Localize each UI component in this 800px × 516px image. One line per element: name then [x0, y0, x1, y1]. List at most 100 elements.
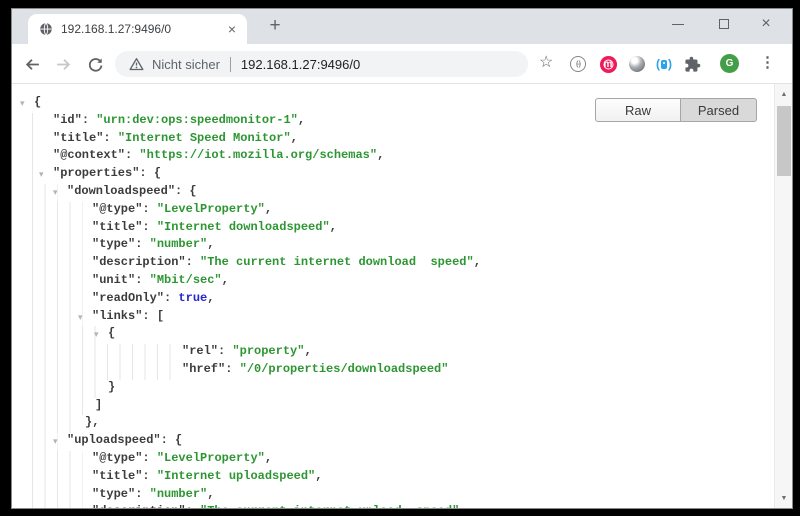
json-punctuation: ]	[95, 398, 102, 412]
raw-button[interactable]: Raw	[595, 98, 681, 122]
bookmark-star-icon[interactable]: ☆	[539, 53, 553, 73]
reload-button[interactable]	[85, 54, 105, 74]
scrollbar-down-button[interactable]: ▼	[775, 490, 792, 506]
json-punctuation: :	[142, 220, 156, 234]
json-key: "href"	[182, 362, 225, 376]
window-maximize-button[interactable]	[712, 9, 736, 39]
json-punctuation: ,	[315, 469, 322, 483]
json-line: ▾"links": [	[12, 309, 774, 327]
window-close-button[interactable]: ×	[754, 9, 778, 39]
tab-strip: 192.168.1.27:9496/0 × + ×	[12, 9, 792, 44]
security-status-label[interactable]: Nicht sicher	[152, 57, 220, 72]
json-punctuation: :	[142, 451, 156, 465]
json-punctuation: :	[135, 487, 149, 501]
extension-sphere-button[interactable]	[628, 55, 646, 73]
json-line: ▾"properties": {	[12, 166, 774, 184]
json-line: "@context": "https://iot.mozilla.org/sch…	[12, 148, 774, 166]
tab-title: 192.168.1.27:9496/0	[61, 22, 225, 36]
extension-pink-m-button[interactable]: m	[599, 55, 617, 73]
json-key: "properties"	[53, 166, 139, 180]
json-viewer-lines: ▾{"id": "urn:dev:ops:speedmonitor-1","ti…	[12, 95, 774, 508]
collapse-triangle-icon[interactable]: ▾	[20, 96, 25, 114]
json-punctuation: :	[103, 131, 117, 145]
json-line: ▾{	[12, 326, 774, 344]
active-tab[interactable]: 192.168.1.27:9496/0 ×	[28, 14, 247, 44]
json-punctuation: :	[142, 469, 156, 483]
json-punctuation: :	[186, 255, 200, 269]
json-punctuation: ,	[330, 220, 337, 234]
json-punctuation: ,	[298, 113, 305, 127]
json-key: "title"	[53, 131, 103, 145]
reload-icon	[87, 56, 104, 73]
json-punctuation: :	[125, 148, 139, 162]
json-punctuation: :	[218, 344, 232, 358]
json-key: "title"	[92, 220, 142, 234]
extension-pink-m-icon: m	[600, 56, 617, 73]
scrollbar-track[interactable]: ▲ ▼	[774, 84, 792, 508]
json-punctuation: : {	[175, 184, 197, 198]
json-string-value: "/0/properties/downloadspeed"	[240, 362, 449, 376]
json-punctuation: },	[85, 415, 99, 429]
scrollbar-thumb[interactable]	[777, 106, 791, 176]
json-key: "title"	[92, 469, 142, 483]
profile-avatar[interactable]: G	[720, 54, 739, 73]
json-line: "@type": "LevelProperty",	[12, 451, 774, 469]
omnibox-divider	[230, 57, 231, 72]
extension-blue-button[interactable]: ()	[655, 55, 673, 73]
json-string-value: "number"	[150, 237, 208, 251]
json-string-value: "The current internet upload speed"	[200, 504, 459, 508]
json-key: "unit"	[92, 273, 135, 287]
extensions-menu-button[interactable]	[683, 55, 701, 73]
json-punctuation: ,	[474, 255, 481, 269]
collapse-triangle-icon[interactable]: ▾	[39, 167, 44, 185]
json-string-value: "https://iot.mozilla.org/schemas"	[139, 148, 377, 162]
site-favicon-globe-icon	[39, 22, 53, 36]
minimize-icon	[672, 24, 684, 25]
address-bar[interactable]: Nicht sicher 192.168.1.27:9496/0	[115, 51, 528, 77]
collapse-triangle-icon[interactable]: ▾	[53, 434, 58, 452]
json-key: "description"	[92, 255, 186, 269]
json-punctuation: ,	[265, 202, 272, 216]
new-tab-button[interactable]: +	[262, 13, 288, 39]
screenshot-frame: 192.168.1.27:9496/0 × + ×	[0, 0, 800, 516]
browser-menu-icon[interactable]: ⋮	[760, 53, 775, 71]
json-line: "type": "number",	[12, 237, 774, 255]
json-string-value: "property"	[232, 344, 304, 358]
json-string-value: "Internet Speed Monitor"	[118, 131, 291, 145]
collapse-triangle-icon[interactable]: ▾	[78, 310, 83, 328]
json-punctuation: {	[108, 326, 115, 340]
url-text[interactable]: 192.168.1.27:9496/0	[241, 57, 360, 72]
json-punctuation: :	[82, 113, 96, 127]
forward-button[interactable]	[53, 54, 73, 74]
json-string-value: "number"	[150, 487, 208, 501]
json-key: "type"	[92, 237, 135, 251]
json-line: "type": "number",	[12, 487, 774, 505]
json-punctuation: :	[135, 273, 149, 287]
browser-window: 192.168.1.27:9496/0 × + ×	[12, 9, 792, 508]
json-key: "type"	[92, 487, 135, 501]
json-line: "title": "Internet downloadspeed",	[12, 220, 774, 238]
json-line: ▾"uploadspeed": {	[12, 433, 774, 451]
json-line: },	[12, 415, 774, 433]
extension-parens-icon: (-)	[570, 56, 586, 72]
collapse-triangle-icon[interactable]: ▾	[94, 327, 99, 345]
window-minimize-button[interactable]	[666, 9, 690, 39]
extension-parens-button[interactable]: (-)	[569, 55, 587, 73]
browser-toolbar: Nicht sicher 192.168.1.27:9496/0 ☆ (-) m…	[12, 44, 792, 84]
tab-close-icon[interactable]: ×	[225, 22, 239, 36]
collapse-triangle-icon[interactable]: ▾	[53, 185, 58, 203]
json-punctuation: ,	[291, 131, 298, 145]
json-string-value: "LevelProperty"	[157, 202, 265, 216]
parsed-button[interactable]: Parsed	[681, 98, 757, 122]
page-content: ▾{"id": "urn:dev:ops:speedmonitor-1","ti…	[12, 84, 792, 508]
json-punctuation: ,	[459, 504, 466, 508]
json-punctuation: ,	[304, 344, 311, 358]
back-button[interactable]	[22, 54, 42, 74]
json-boolean-value: true	[178, 291, 207, 305]
json-punctuation: :	[142, 202, 156, 216]
scrollbar-up-button[interactable]: ▲	[775, 86, 792, 102]
json-punctuation: ,	[207, 487, 214, 501]
json-line: "title": "Internet uploadspeed",	[12, 469, 774, 487]
json-line: "description": "The current internet upl…	[12, 504, 774, 508]
json-punctuation: ,	[207, 291, 214, 305]
